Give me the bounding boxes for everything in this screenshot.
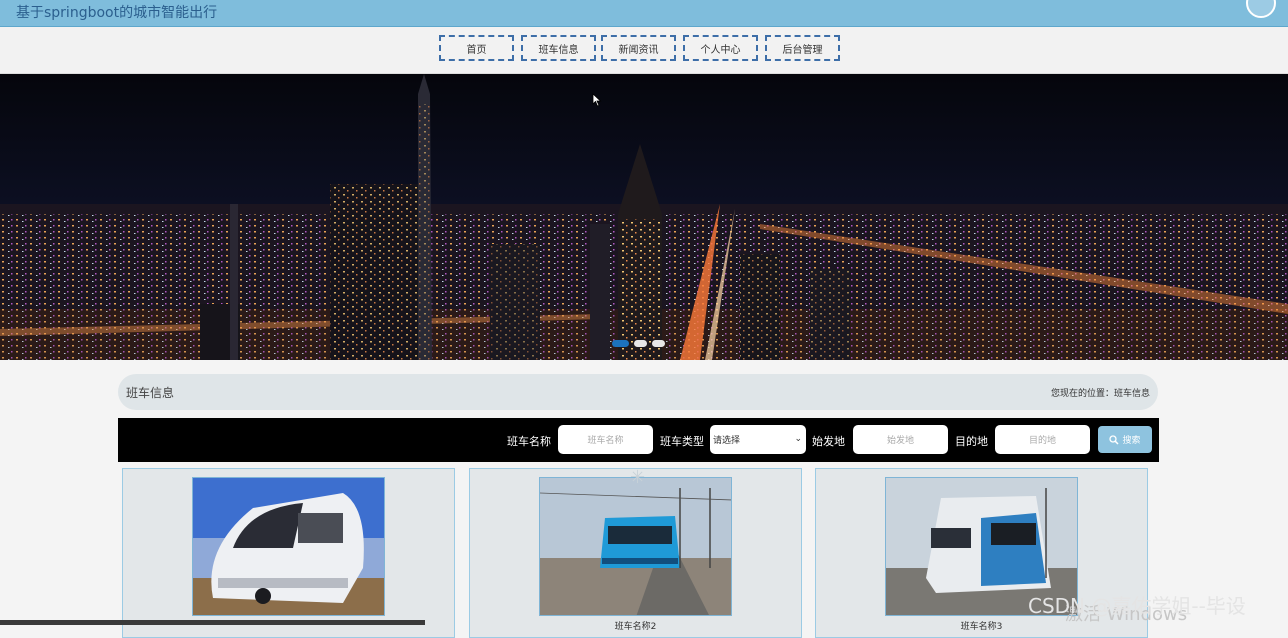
nav-admin[interactable]: 后台管理 (765, 35, 840, 61)
nav-home[interactable]: 首页 (439, 35, 514, 61)
site-title: 基于springboot的城市智能出行 (16, 5, 218, 21)
search-button-label: 搜索 (1122, 436, 1141, 446)
nav-bus-info[interactable]: 班车信息 (521, 35, 596, 61)
avatar[interactable] (1246, 0, 1276, 18)
page-title: 班车信息 (126, 386, 175, 400)
top-bar: 基于springboot的城市智能出行 (0, 0, 1288, 27)
origin-input[interactable]: 始发地 (853, 425, 948, 454)
nav-news[interactable]: 新闻资讯 (601, 35, 676, 61)
search-icon (1109, 434, 1120, 445)
nav-personal-center[interactable]: 个人中心 (683, 35, 758, 61)
breadcrumb: 班车信息 您现在的位置：班车信息 (118, 374, 1158, 410)
mouse-cursor-icon (592, 93, 602, 107)
bus-type-selected: 请选择 (713, 436, 741, 446)
search-button[interactable]: 搜索 (1098, 426, 1152, 453)
carousel-dot-1[interactable] (612, 340, 629, 347)
bus-card-2[interactable]: 班车名称2 (469, 468, 802, 638)
destination-label: 目的地 (955, 435, 988, 448)
bus-card-1[interactable] (122, 468, 455, 638)
origin-label: 始发地 (812, 435, 845, 448)
csdn-watermark: CSDN @嘉佑学姐--毕设 (1028, 594, 1246, 618)
bus-image-2 (539, 477, 732, 616)
city-night-image (0, 74, 1288, 360)
carousel-dot-2[interactable] (634, 340, 647, 347)
taskbar (0, 620, 425, 625)
carousel-dot-3[interactable] (652, 340, 665, 347)
bus-name-label: 班车名称 (507, 435, 551, 448)
bus-name-input[interactable]: 班车名称 (558, 425, 653, 454)
loading-spinner-icon: ✳ (630, 467, 646, 488)
search-bar: 班车名称 班车名称 班车类型 请选择 ⌄ 始发地 始发地 目的地 目的地 搜索 (118, 418, 1159, 462)
bus-type-label: 班车类型 (660, 435, 704, 448)
carousel-dots (612, 340, 665, 347)
chevron-down-icon: ⌄ (794, 434, 802, 444)
bus-type-select[interactable]: 请选择 ⌄ (710, 425, 806, 454)
destination-input[interactable]: 目的地 (995, 425, 1090, 454)
bus-card-name: 班车名称2 (614, 622, 657, 632)
main-nav: 首页 班车信息 新闻资讯 个人中心 后台管理 (0, 27, 1288, 74)
banner-carousel[interactable] (0, 74, 1288, 360)
bus-image-1 (192, 477, 385, 616)
breadcrumb-location: 您现在的位置：班车信息 (1050, 389, 1150, 399)
